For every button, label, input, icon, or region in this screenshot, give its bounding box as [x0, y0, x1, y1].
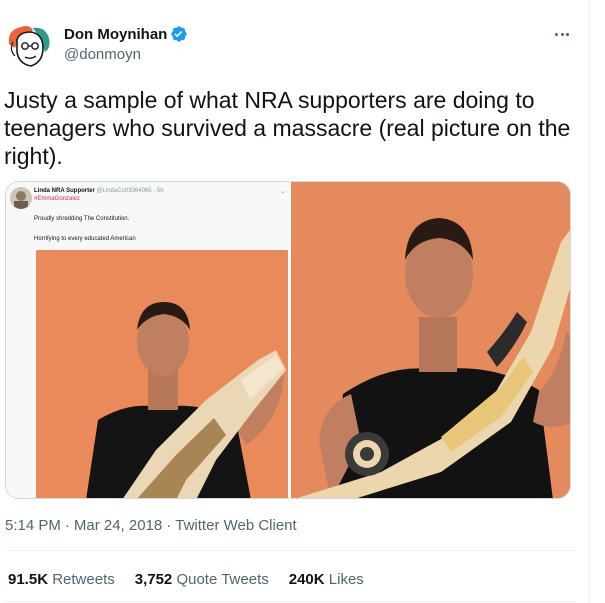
divider: [5, 550, 576, 551]
tweet-text: Justy a sample of what NRA supporters ar…: [4, 87, 571, 169]
author-handle[interactable]: @donmoyn: [64, 46, 141, 63]
embedded-photo: [36, 250, 288, 498]
tweet-date[interactable]: Mar 24, 2018: [74, 517, 162, 534]
retweets-count: 91.5K: [8, 571, 49, 588]
quote-tweets-label: Quote Tweets: [176, 571, 269, 588]
tweet-media[interactable]: Linda NRA Supporter @LindaCo03364065 · 5…: [5, 181, 571, 499]
media-image-left[interactable]: Linda NRA Supporter @LindaCo03364065 · 5…: [6, 182, 289, 498]
embedded-author-handle: @LindaCo03364065 · 5h: [96, 188, 164, 194]
embedded-author-name: Linda NRA Supporter: [34, 188, 95, 194]
tweet-time[interactable]: 5:14 PM: [5, 517, 61, 534]
photo-original: [291, 182, 570, 498]
likes-stat[interactable]: 240K Likes: [289, 571, 364, 588]
likes-count: 240K: [288, 571, 325, 588]
embedded-text-line-2: Horrifying to every educated American: [34, 236, 136, 242]
meta-separator: ·: [64, 517, 70, 534]
embedded-hashtag: #EmmaGonzalez: [34, 196, 81, 202]
tweet-stats: 91.5K Retweets 3,752 Quote Tweets 240K L…: [8, 571, 384, 588]
tweet-client[interactable]: Twitter Web Client: [175, 517, 296, 534]
author-avatar[interactable]: [5, 22, 53, 70]
embedded-text-line-1: Proudly shredding The Constitution.: [34, 216, 130, 222]
embedded-author-line: Linda NRA Supporter @LindaCo03364065 · 5…: [34, 188, 164, 194]
quote-tweets-stat[interactable]: 3,752 Quote Tweets: [135, 571, 269, 588]
quote-tweets-count: 3,752: [134, 571, 173, 588]
embedded-tweet-header: Linda NRA Supporter @LindaCo03364065 · 5…: [10, 185, 286, 209]
meta-separator: ·: [166, 517, 172, 534]
column-border: [589, 0, 590, 603]
retweets-stat[interactable]: 91.5K Retweets: [8, 571, 115, 588]
retweets-label: Retweets: [52, 571, 115, 588]
author-display-name[interactable]: Don Moynihan: [64, 26, 167, 43]
author-name-row[interactable]: Don Moynihan: [64, 25, 188, 43]
divider: [5, 601, 576, 602]
chevron-down-icon: ⌄: [280, 188, 286, 195]
tweet: Don Moynihan @donmoyn Justy a sample of …: [0, 0, 590, 603]
more-options-icon[interactable]: [550, 24, 574, 44]
likes-label: Likes: [328, 571, 364, 588]
verified-badge-icon: [170, 25, 188, 43]
embedded-avatar: [10, 187, 32, 209]
tweet-meta: 5:14 PM · Mar 24, 2018 · Twitter Web Client: [5, 517, 297, 534]
cartoon-face-avatar-icon: [5, 22, 53, 70]
media-image-right[interactable]: [291, 182, 570, 498]
